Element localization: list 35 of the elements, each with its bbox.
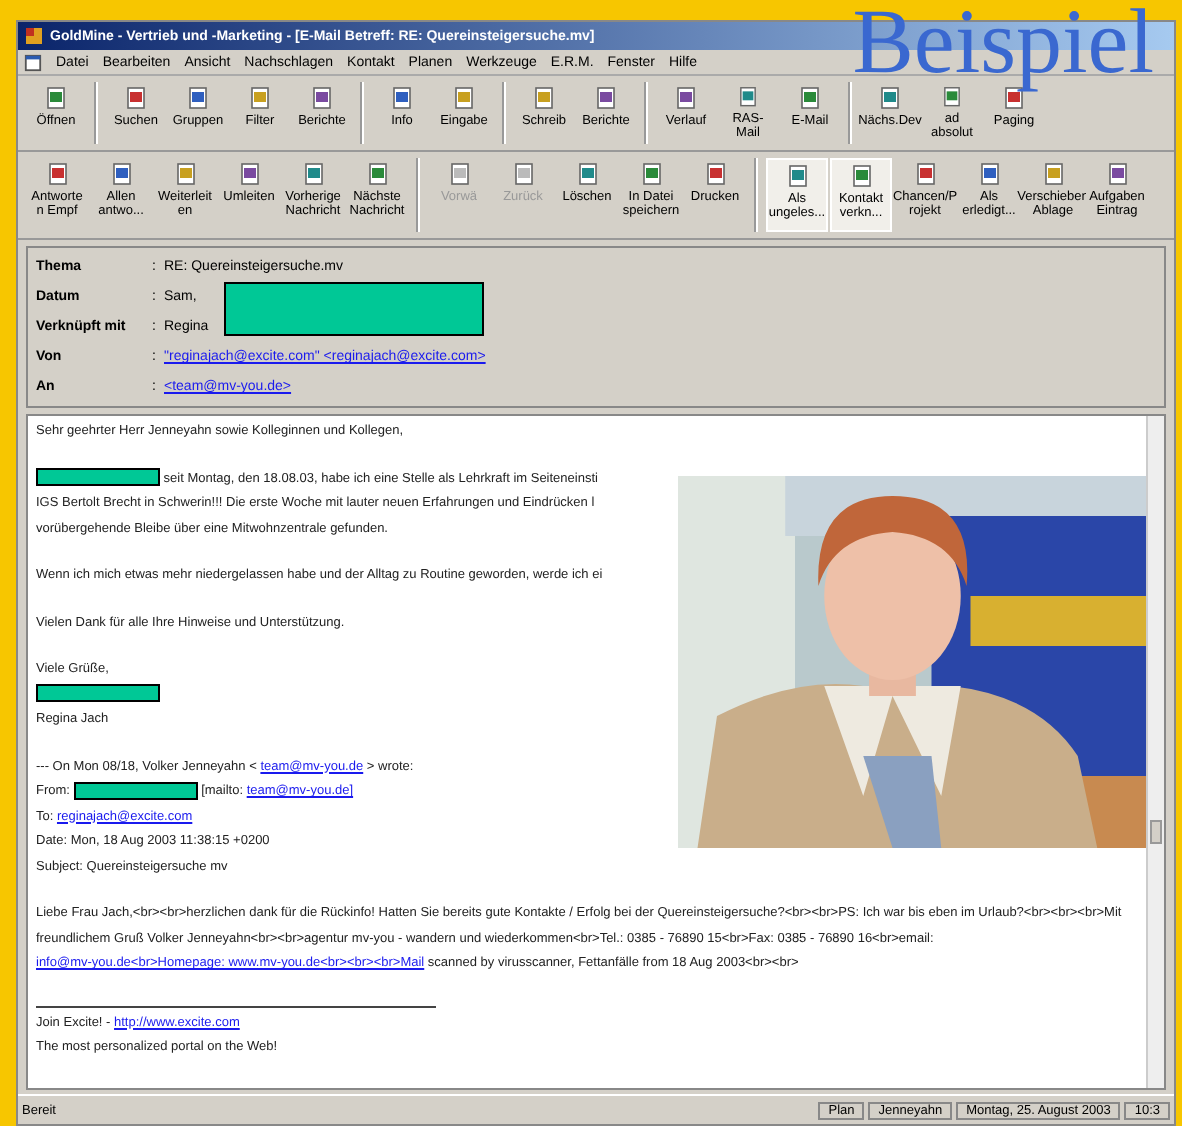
redaction-bar — [36, 684, 160, 703]
document-icon — [913, 162, 937, 186]
document-icon — [390, 86, 414, 110]
document-icon — [977, 162, 1001, 186]
document-icon — [1105, 162, 1129, 186]
document-icon — [237, 162, 261, 186]
document-icon — [798, 86, 822, 110]
document-icon — [186, 86, 210, 110]
document-icon — [849, 164, 873, 188]
document-icon — [511, 162, 535, 186]
document-icon — [301, 162, 325, 186]
document-icon — [674, 86, 698, 110]
scrollbar[interactable] — [1146, 416, 1164, 1088]
document-icon — [447, 162, 471, 186]
document-icon — [532, 86, 556, 110]
document-icon — [365, 162, 389, 186]
document-icon — [248, 86, 272, 110]
document-icon — [45, 162, 69, 186]
app-icon — [24, 26, 44, 46]
document-icon — [703, 162, 727, 186]
document-icon — [639, 162, 663, 186]
document-icon — [785, 164, 809, 188]
document-icon — [24, 53, 42, 71]
document-icon — [124, 86, 148, 110]
document-icon — [1041, 162, 1065, 186]
document-icon — [109, 162, 133, 186]
document-icon — [173, 162, 197, 186]
document-icon — [575, 162, 599, 186]
document-icon — [44, 86, 68, 110]
document-icon — [736, 86, 760, 108]
document-icon — [594, 86, 618, 110]
document-icon — [452, 86, 476, 110]
redaction-bar — [36, 468, 160, 487]
document-icon — [310, 86, 334, 110]
redaction-bar — [73, 781, 198, 800]
